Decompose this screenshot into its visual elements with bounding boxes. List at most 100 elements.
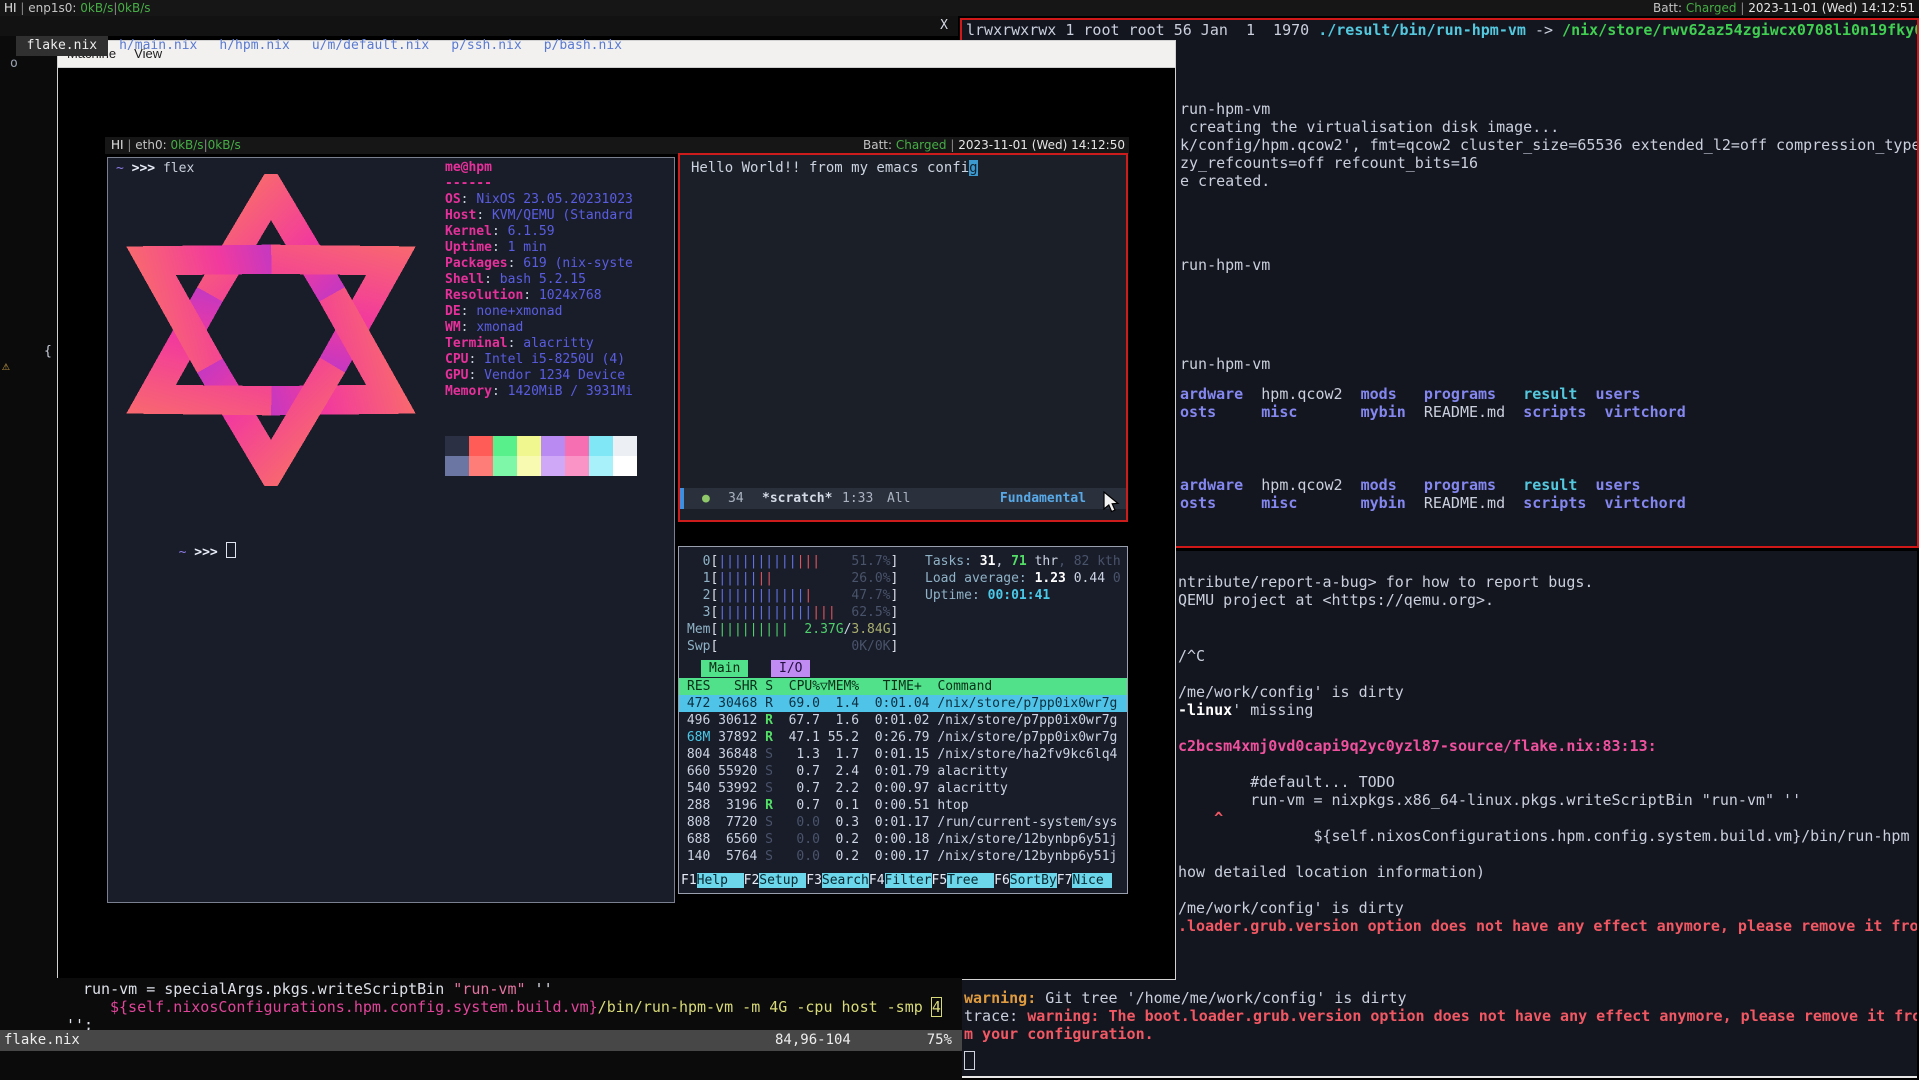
htop-process-row[interactable]: 660 55920 S 0.7 2.4 0:01.79 alacritty <box>679 763 1127 780</box>
shell-prompt: ~ >>> <box>116 526 236 577</box>
htop-meter: Swp[ 0K/0K] <box>687 638 898 655</box>
palette-swatch <box>469 456 493 476</box>
statusline-cursor-position: 84,96-104 <box>775 1030 851 1051</box>
htop-window[interactable]: 0[||||||||||||| 51.7%] 1[||||||| 26.0%] … <box>678 546 1128 894</box>
editor-bottom-pane[interactable]: run-vm = specialArgs.pkgs.writeScriptBin… <box>0 978 962 1080</box>
terminal-line: ntribute/report-a-bug> for how to report… <box>1178 573 1593 591</box>
vm-status-bar: HI | eth0: 0kB/s|0kB/s Batt: Charged | 2… <box>105 137 1129 154</box>
terminal-line: zy_refcounts=off refcount_bits=16 <box>1180 154 1478 172</box>
terminal-line: ardware hpm.qcow2 mods programs result u… <box>1180 476 1641 494</box>
terminal-color-palette <box>445 436 637 476</box>
palette-swatch <box>565 456 589 476</box>
terminal-line: k/config/hpm.qcow2', fmt=qcow2 cluster_s… <box>1180 136 1919 154</box>
host-status-bar: HI | enp1s0: 0kB/s|0kB/s Batt: Charged |… <box>0 0 1919 16</box>
htop-table-header[interactable]: RES SHR S CPU%▽MEM% TIME+ Command <box>679 678 1127 695</box>
htop-summary-line: Load average: 1.23 0.44 0 <box>925 570 1121 587</box>
warning-icon: ⚠ <box>2 359 10 374</box>
fkey-action-Setup[interactable]: Setup <box>759 873 806 888</box>
terminal-line: ${self.nixosConfigurations.hpm.config.sy… <box>110 998 941 1016</box>
fkey-action-Help[interactable]: Help <box>697 873 744 888</box>
tab-u-m-default-nix[interactable]: u/m/default.nix <box>301 36 440 56</box>
statusline-scroll-percent: 75% <box>927 1030 952 1051</box>
terminal-cursor <box>964 1051 975 1070</box>
htop-tab-io[interactable]: I/O <box>771 660 810 677</box>
emacs-modeline: ● 34 *scratch* 1:33 All Fundamental <box>680 488 1126 509</box>
neofetch-entry: Packages: 619 (nix-syste <box>445 256 633 272</box>
palette-swatch <box>589 436 613 456</box>
neofetch-entry: Memory: 1420MiB / 3931Mi <box>445 384 633 400</box>
fkey-F3: F3 <box>806 873 822 888</box>
fkey-F1: F1 <box>681 873 697 888</box>
terminal-line: osts misc mybin README.md scripts virtch… <box>1180 494 1686 512</box>
emacs-window[interactable]: Hello World!! from my emacs config ● 34 … <box>678 153 1128 522</box>
modeline-major-mode[interactable]: Fundamental <box>1000 488 1086 509</box>
neofetch-entry: Shell: bash 5.2.15 <box>445 272 633 288</box>
terminal-line: e created. <box>1180 172 1270 190</box>
htop-process-row[interactable]: 68M 37892 R 47.1 55.2 0:26.79 /nix/store… <box>679 729 1127 746</box>
htop-meter: 0[||||||||||||| 51.7%] <box>687 553 898 570</box>
htop-tab-main[interactable]: Main <box>701 660 748 677</box>
neofetch-entry: OS: NixOS 23.05.20231023 <box>445 192 633 208</box>
terminal-line: -linux' missing <box>1178 701 1313 719</box>
htop-meter: 3[||||||||||||||| 62.5%] <box>687 604 898 621</box>
vm-screen[interactable]: HI | eth0: 0kB/s|0kB/s Batt: Charged | 2… <box>105 137 1129 905</box>
modified-indicator-icon: ● <box>702 488 710 509</box>
palette-swatch <box>493 436 517 456</box>
vim-statusline: flake.nix 84,96-104 75% <box>0 1030 962 1051</box>
fkey-bar-stub <box>1104 873 1112 888</box>
fkey-action-Search[interactable]: Search <box>822 873 869 888</box>
neofetch-entry: Host: KVM/QEMU (Standard <box>445 208 633 224</box>
htop-process-row[interactable]: 140 5764 S 0.0 0.2 0:00.17 /nix/store/12… <box>679 848 1127 865</box>
htop-process-row[interactable]: 804 36848 S 1.3 1.7 0:01.15 /nix/store/h… <box>679 746 1127 763</box>
editor-tab-bar: flake.nixh/main.nixh/hpm.nixu/m/default.… <box>0 16 958 36</box>
close-icon[interactable]: X <box>940 16 948 36</box>
terminal-line: creating the virtualisation disk image..… <box>1180 118 1559 136</box>
fkey-F5: F5 <box>932 873 948 888</box>
fkey-F7: F7 <box>1057 873 1073 888</box>
neofetch-user-host: me@hpm <box>445 160 633 176</box>
modeline-position: 1:33 <box>842 488 873 509</box>
terminal-line: QEMU project at <https://qemu.org>. <box>1178 591 1494 609</box>
tab-h-main-nix[interactable]: h/main.nix <box>108 36 208 56</box>
terminal-line: run-hpm-vm <box>1180 100 1270 118</box>
fkey-action-SortBy[interactable]: SortBy <box>1010 873 1057 888</box>
qemu-window[interactable]: MachineView HI | eth0: 0kB/s|0kB/s Batt:… <box>57 40 1176 980</box>
palette-swatch <box>613 436 637 456</box>
terminal-line: c2bcsm4xmj0vd0capi9q2yc0yzl87-source/fla… <box>1178 737 1657 755</box>
modeline-number: 34 <box>728 488 744 509</box>
tab-p-ssh-nix[interactable]: p/ssh.nix <box>440 36 532 56</box>
htop-process-row[interactable]: 496 30612 R 67.7 1.6 0:01.02 /nix/store/… <box>679 712 1127 729</box>
terminal-line: ${self.nixosConfigurations.hpm.config.sy… <box>1178 827 1910 845</box>
terminal-line: osts misc mybin README.md scripts virtch… <box>1180 403 1686 421</box>
palette-swatch <box>613 456 637 476</box>
text-cursor <box>226 542 236 558</box>
editor-tabs: flake.nixh/main.nixh/hpm.nixu/m/default.… <box>16 38 633 53</box>
nixos-logo <box>112 174 430 486</box>
palette-swatch <box>445 436 469 456</box>
tab-p-bash-nix[interactable]: p/bash.nix <box>533 36 633 56</box>
fkey-action-Tree[interactable]: Tree <box>947 873 994 888</box>
vm-terminal-window[interactable]: ~ >>> flex <box>107 157 675 903</box>
neofetch-entry: Uptime: 1 min <box>445 240 633 256</box>
tab-h-hpm-nix[interactable]: h/hpm.nix <box>208 36 300 56</box>
terminal-line: warning: Git tree '/home/me/work/config'… <box>964 989 1407 1007</box>
fkey-action-Nice[interactable]: Nice <box>1072 873 1103 888</box>
fkey-action-Filter[interactable]: Filter <box>885 873 932 888</box>
mouse-pointer-icon <box>1103 491 1120 513</box>
editor-clipped-text: { <box>44 344 52 359</box>
palette-swatch <box>565 436 589 456</box>
htop-process-row[interactable]: 688 6560 S 0.0 0.2 0:00.18 /nix/store/12… <box>679 831 1127 848</box>
modeline-scroll: All <box>887 488 910 509</box>
htop-process-row[interactable]: 472 30468 R 69.0 1.4 0:01.04 /nix/store/… <box>679 695 1127 712</box>
tab-flake-nix[interactable]: flake.nix <box>16 36 108 56</box>
htop-summary-line: Tasks: 31, 71 thr, 82 kth <box>925 553 1121 570</box>
htop-meter: 1[||||||| 26.0%] <box>687 570 898 587</box>
terminal-line: m your configuration. <box>964 1025 1154 1043</box>
host-battery-clock: Batt: Charged | 2023-11-01 (Wed) 14:12:5… <box>1653 0 1915 16</box>
emacs-buffer-text: Hello World!! from my emacs config <box>691 159 978 177</box>
htop-process-row[interactable]: 288 3196 R 0.7 0.1 0:00.51 htop <box>679 797 1127 814</box>
palette-swatch <box>541 436 565 456</box>
htop-process-row[interactable]: 808 7720 S 0.0 0.3 0:01.17 /run/current-… <box>679 814 1127 831</box>
htop-process-row[interactable]: 540 53992 S 0.7 2.2 0:00.97 alacritty <box>679 780 1127 797</box>
neofetch-entry: GPU: Vendor 1234 Device <box>445 368 633 384</box>
